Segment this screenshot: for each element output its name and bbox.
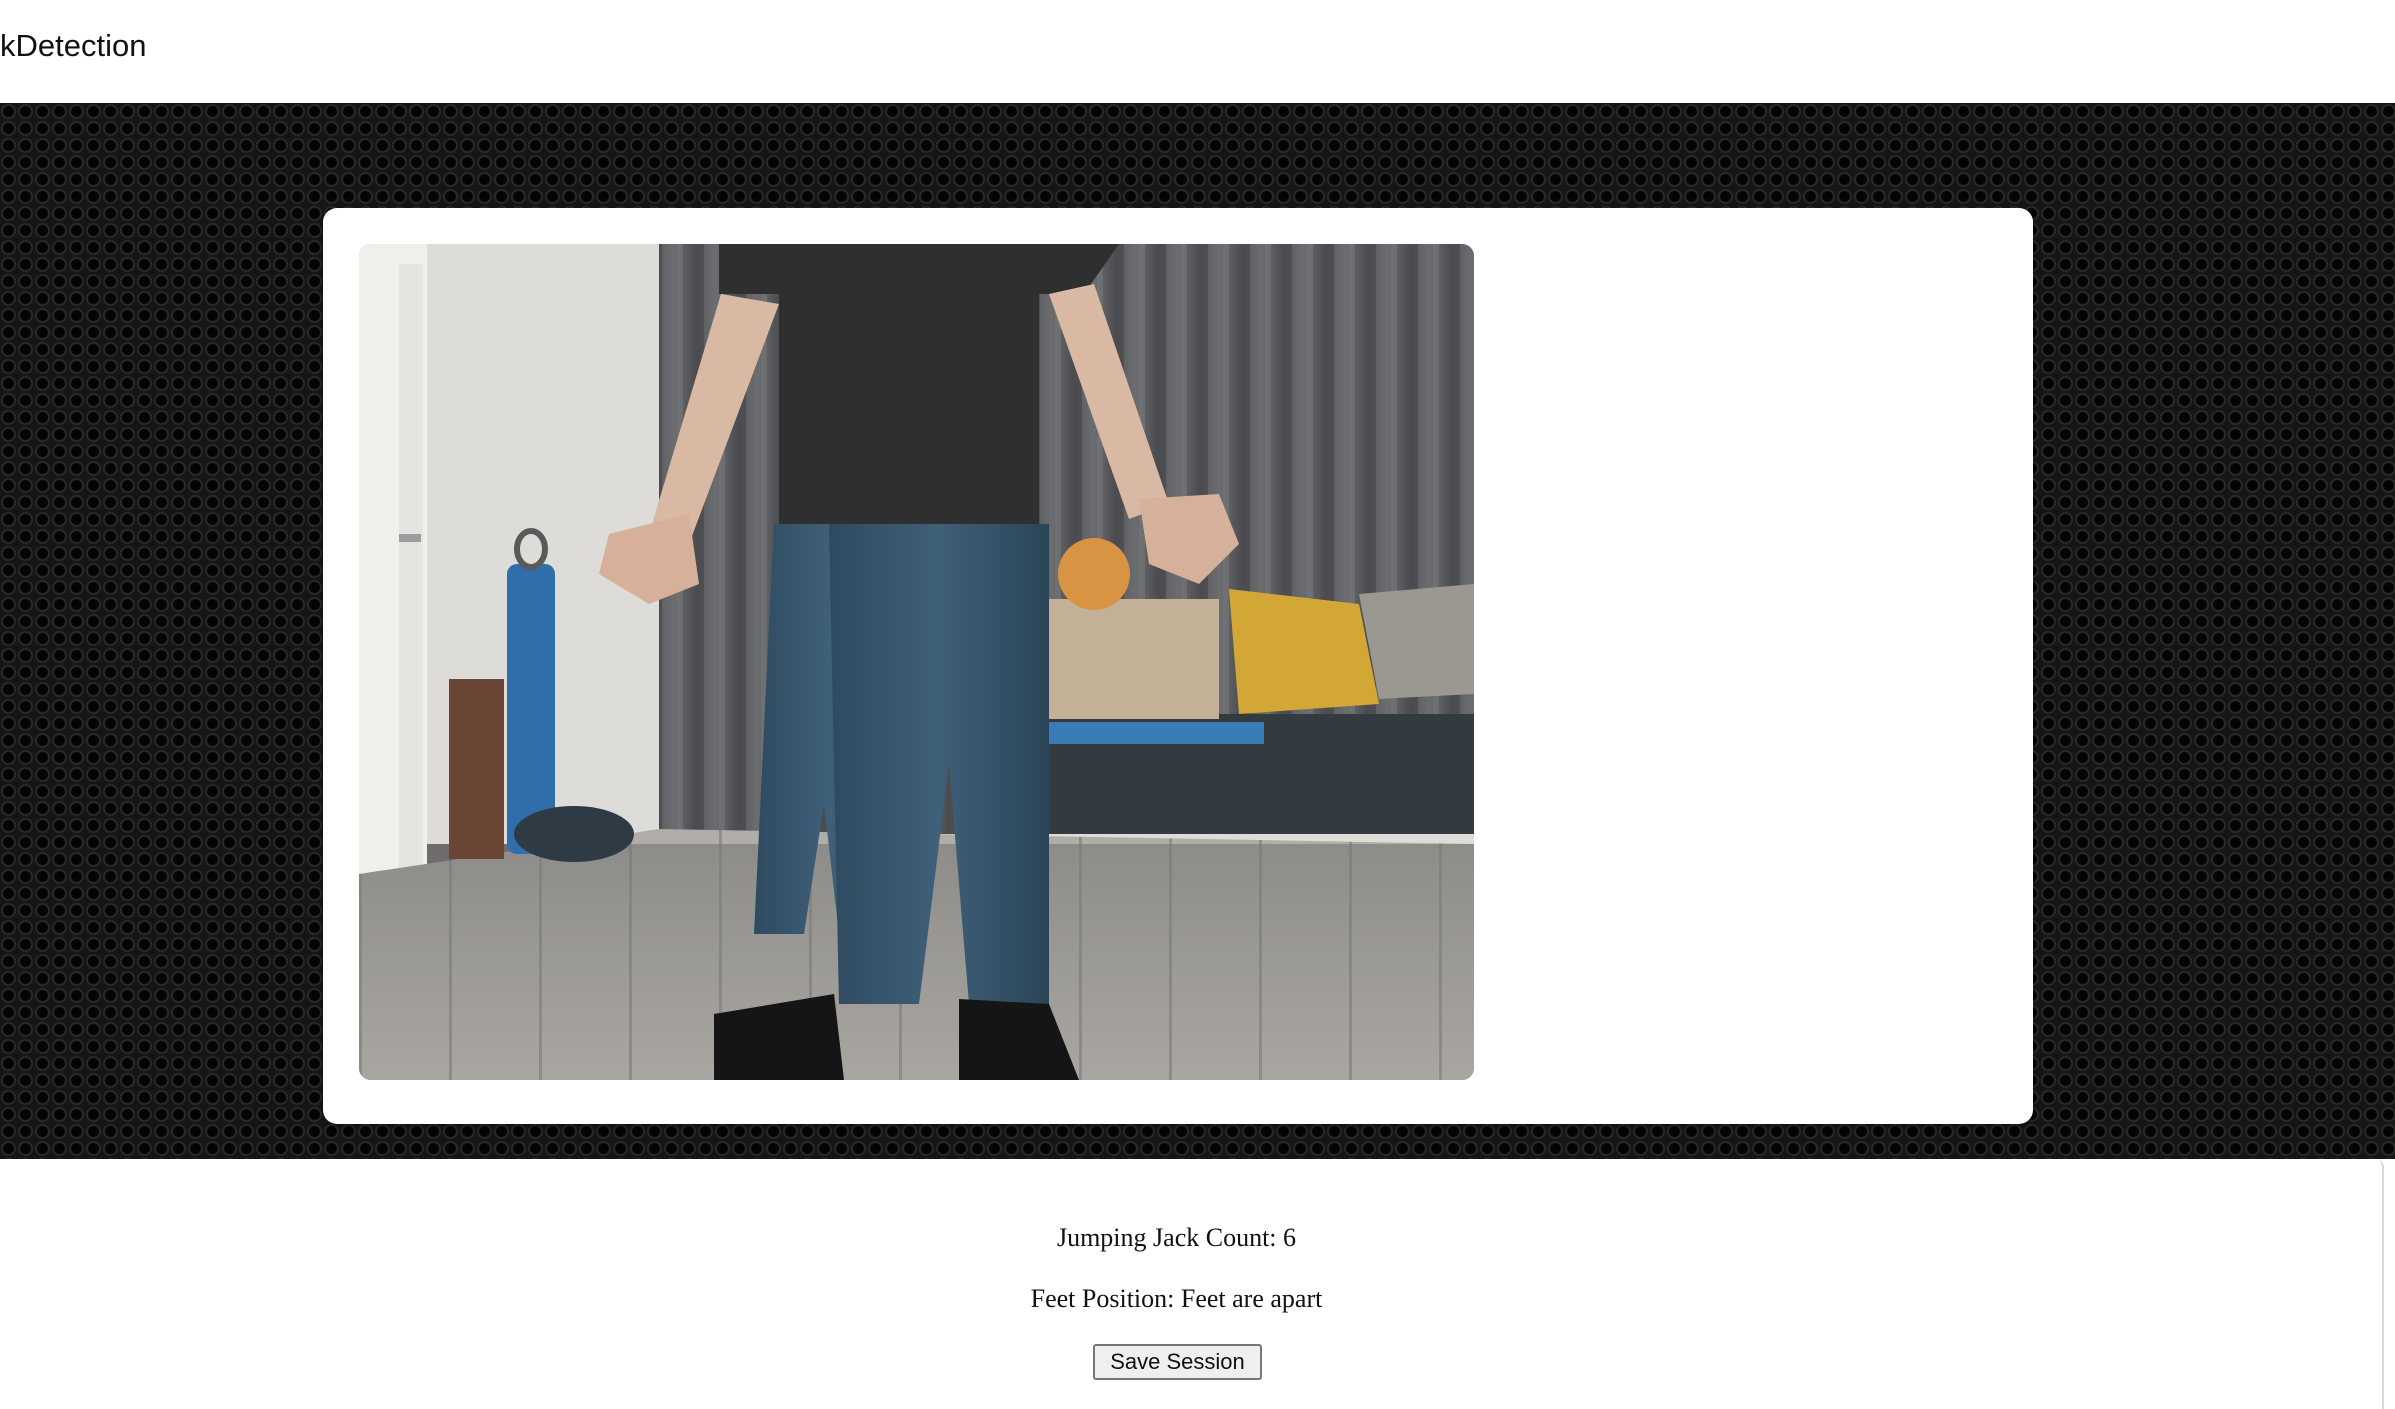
app-brand[interactable]: kDetection <box>0 28 146 64</box>
status-panel: Jumping Jack Count: 6 Feet Position: Fee… <box>0 1159 2384 1409</box>
webcam-video-feed <box>359 244 1474 1080</box>
save-session-button[interactable]: Save Session <box>1093 1344 1262 1380</box>
video-card <box>323 208 2033 1124</box>
jumping-jack-count: Jumping Jack Count: 6 <box>1056 1223 1297 1252</box>
feet-position-status: Feet Position: Feet are apart <box>1030 1284 1323 1313</box>
page: kDetection Jumping Jack Count: 6 Feet Po… <box>0 0 2395 1409</box>
navbar: kDetection <box>0 0 2395 103</box>
webcam-frame <box>359 244 1474 1080</box>
